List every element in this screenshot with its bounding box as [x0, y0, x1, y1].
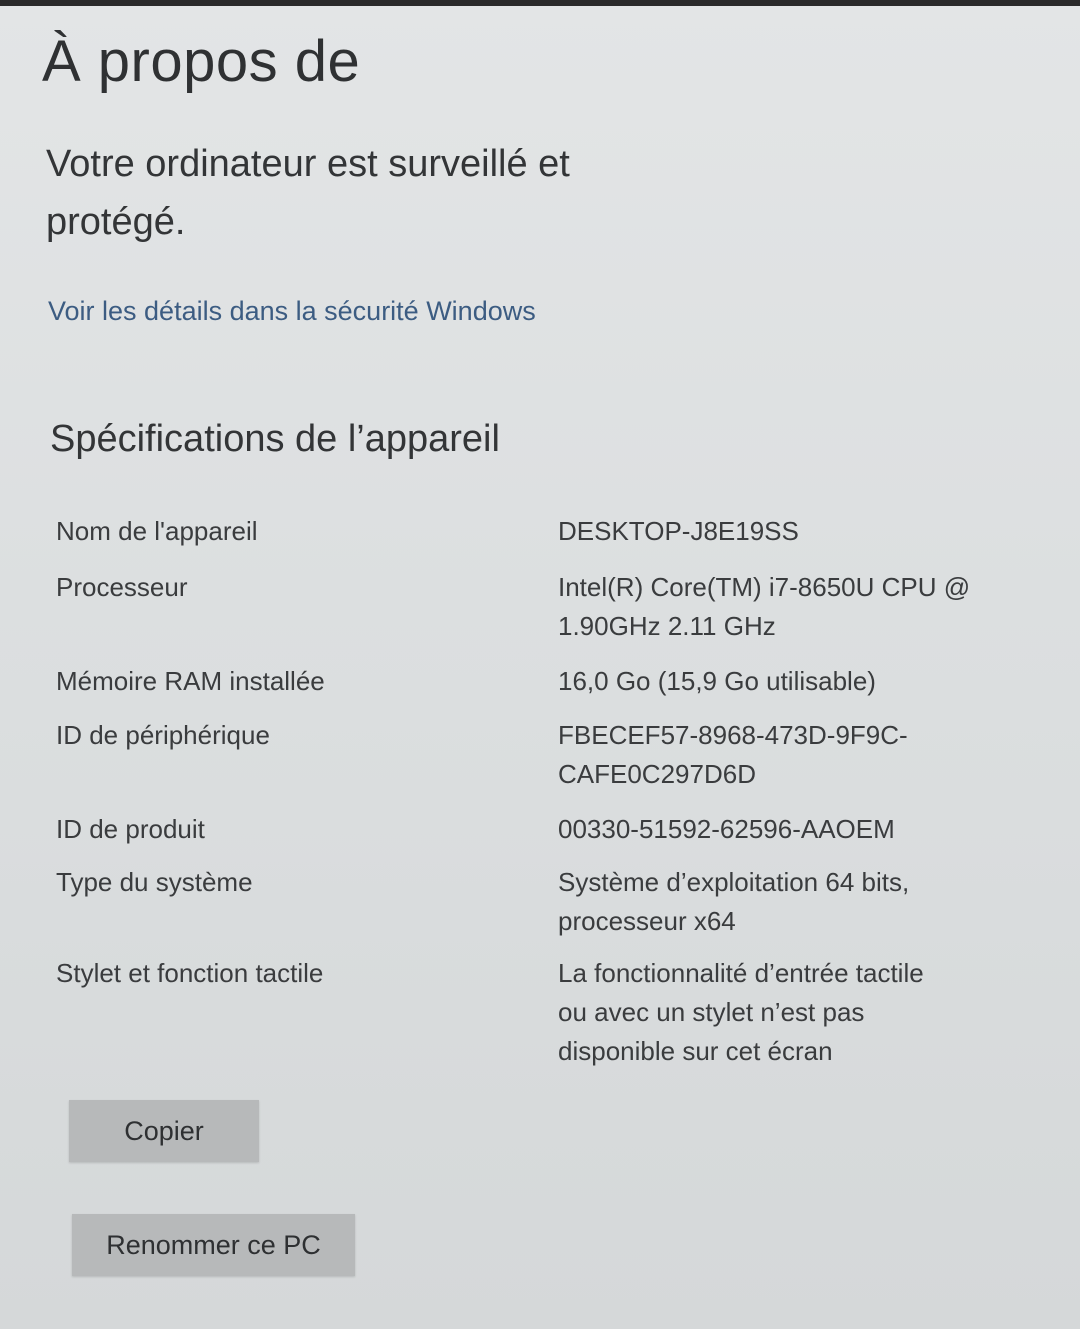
device-specs-title: Spécifications de l’appareil: [50, 418, 500, 460]
spec-value: La fonctionnalité d’entrée tactile ou av…: [558, 958, 924, 1066]
spec-value: FBECEF57-8968-473D-9F9C- CAFE0C297D6D: [558, 720, 908, 789]
windows-security-link[interactable]: Voir les détails dans la sécurité Window…: [48, 296, 536, 327]
rename-pc-button[interactable]: Renommer ce PC: [72, 1214, 355, 1276]
security-status-text: Votre ordinateur est surveillé et protég…: [46, 143, 570, 243]
spec-label: ID de produit: [56, 814, 205, 844]
spec-value: Système d’exploitation 64 bits, processe…: [558, 867, 910, 936]
page-title: À propos de: [42, 29, 361, 94]
spec-value: 00330-51592-62596-AAOEM: [558, 814, 895, 844]
copy-button[interactable]: Copier: [69, 1100, 259, 1162]
spec-label: Nom de l'appareil: [56, 516, 258, 546]
spec-label: ID de périphérique: [56, 720, 270, 750]
spec-label: Processeur: [56, 572, 188, 602]
settings-page: À propos de Votre ordinateur est surveil…: [0, 0, 1080, 1329]
spec-value: 16,0 Go (15,9 Go utilisable): [558, 666, 876, 696]
spec-label: Mémoire RAM installée: [56, 666, 325, 696]
spec-label: Stylet et fonction tactile: [56, 958, 324, 988]
spec-value: DESKTOP-J8E19SS: [558, 516, 799, 546]
spec-value: Intel(R) Core(TM) i7-8650U CPU @ 1.90GHz…: [558, 572, 971, 641]
window-top-edge: [0, 0, 1080, 6]
spec-label: Type du système: [56, 867, 253, 897]
